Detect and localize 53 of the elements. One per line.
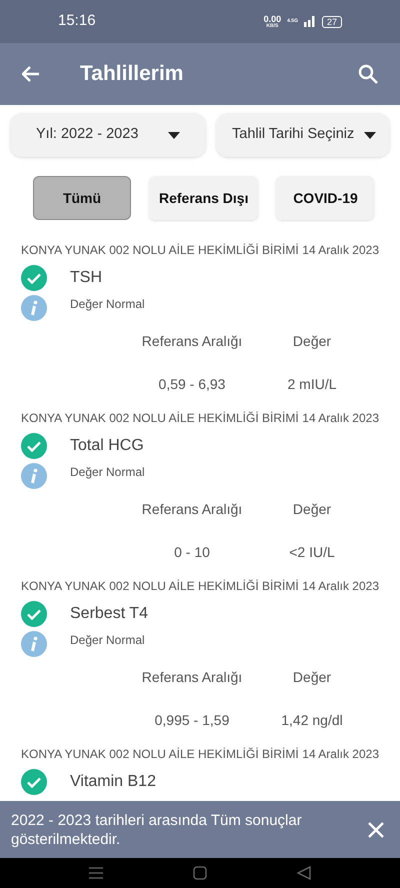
search-icon[interactable] <box>358 64 378 84</box>
dropdown-caret-icon <box>364 132 376 138</box>
year-dropdown[interactable]: Yıl: 2022 - 2023 <box>10 113 206 157</box>
institution-name: KONYA YUNAK 002 NOLU AİLE HEKİMLİĞİ BİRİMİ <box>21 578 299 595</box>
test-name: Total HCG <box>70 436 144 456</box>
institution-name: KONYA YUNAK 002 NOLU AİLE HEKİMLİĞİ BİRİMİ <box>21 242 299 259</box>
home-square-icon[interactable] <box>193 866 207 880</box>
reference-range: 0 - 10 <box>173 543 211 562</box>
network-speed: 0.00 <box>264 14 282 24</box>
result-date: 14 Aralık 2023 <box>302 410 379 427</box>
column-label: Referans Aralığı <box>140 332 244 351</box>
column-label: Değer <box>292 332 332 351</box>
close-icon[interactable] <box>368 822 384 838</box>
check-circle-icon <box>21 433 47 459</box>
column-label: Referans Aralığı <box>140 668 244 687</box>
test-name: Serbest T4 <box>70 604 148 624</box>
status-text: Değer Normal <box>70 632 145 649</box>
result-value: <2 IU/L <box>288 543 336 562</box>
battery-level: 27 <box>322 16 342 28</box>
result-date: 14 Aralık 2023 <box>302 242 379 259</box>
result-value: 2 mIU/L <box>286 375 338 394</box>
snackbar-message: 2022 - 2023 tarihleri arasında Tüm sonuçlar gösterilmektedir. <box>11 810 303 848</box>
column-label: Değer <box>292 500 332 519</box>
column-label: Referans Aralığı <box>140 500 244 519</box>
column-label: Değer <box>292 668 332 687</box>
date-dropdown[interactable]: Tahlil Tarihi Seçiniz <box>216 113 390 157</box>
menu-icon[interactable] <box>89 867 103 879</box>
status-text: Değer Normal <box>70 296 145 313</box>
status-time: 15:16 <box>58 11 96 32</box>
status-text: Değer Normal <box>70 464 145 481</box>
info-icon[interactable] <box>21 631 47 657</box>
filter-tab[interactable]: Referans Dışı <box>149 176 258 220</box>
institution-name: KONYA YUNAK 002 NOLU AİLE HEKİMLİĞİ BİRİMİ <box>21 410 299 427</box>
reference-range: 0,995 - 1,59 <box>154 711 230 730</box>
info-icon[interactable] <box>21 295 47 321</box>
filter-tab[interactable]: Tümü <box>33 176 131 220</box>
screen-title: Tahlillerim <box>80 61 184 88</box>
result-value: 1,42 ng/dl <box>280 711 344 730</box>
check-circle-icon <box>21 769 47 795</box>
test-name: Vitamin B12 <box>70 772 156 792</box>
test-name: TSH <box>70 268 102 288</box>
reference-range: 0,59 - 6,93 <box>158 375 226 394</box>
back-triangle-icon[interactable] <box>297 866 311 880</box>
result-date: 14 Aralık 2023 <box>302 578 379 595</box>
filter-tab[interactable]: COVID-19 <box>276 176 374 220</box>
check-circle-icon <box>21 265 47 291</box>
signal-icon <box>304 16 316 27</box>
back-arrow-icon[interactable] <box>22 66 40 82</box>
result-date: 14 Aralık 2023 <box>302 746 379 763</box>
info-icon[interactable] <box>21 463 47 489</box>
check-circle-icon <box>21 601 47 627</box>
institution-name: KONYA YUNAK 002 NOLU AİLE HEKİMLİĞİ BİRİMİ <box>21 746 299 763</box>
dropdown-caret-icon <box>168 132 180 138</box>
